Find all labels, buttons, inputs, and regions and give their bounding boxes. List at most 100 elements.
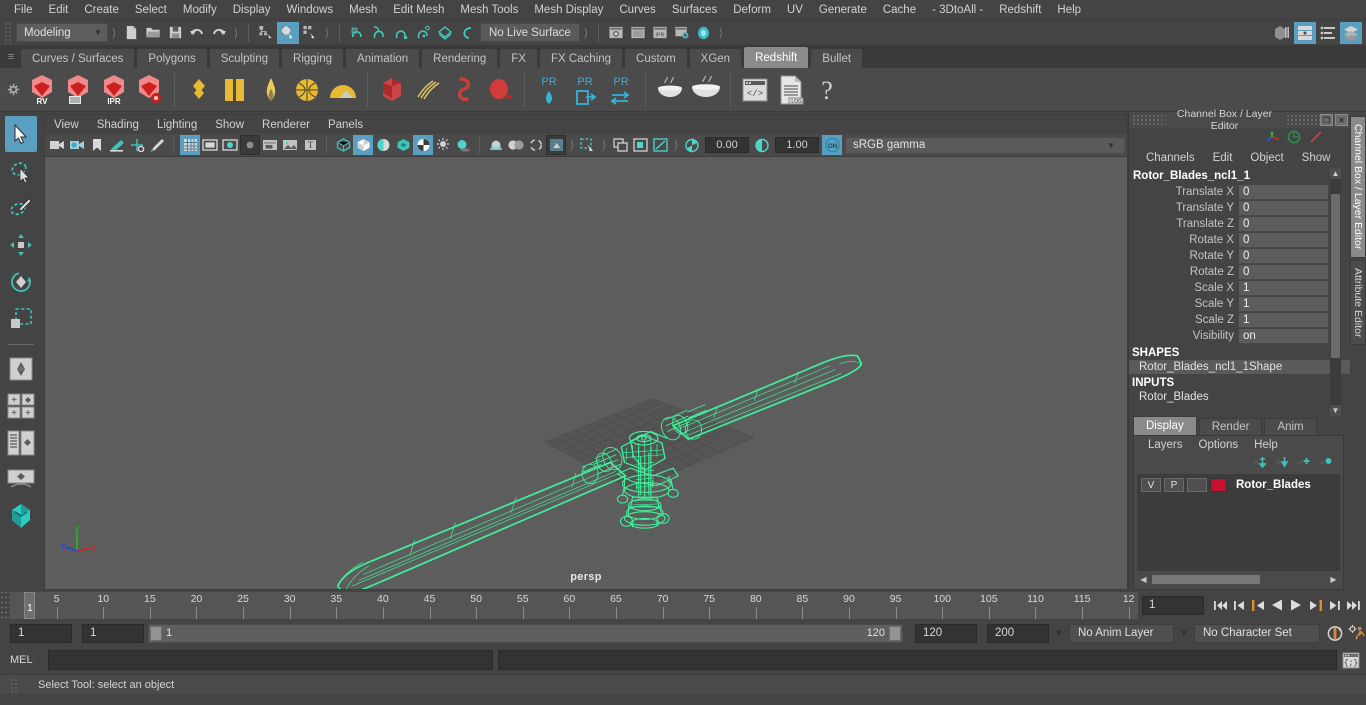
shelf-tab-redshift[interactable]: Redshift — [743, 46, 810, 68]
play-backwards-icon[interactable] — [1268, 595, 1286, 615]
panel-undock-icon[interactable]: ❐ — [1320, 114, 1333, 126]
channel-row[interactable]: Scale X 1 — [1129, 280, 1328, 296]
character-set-chevron-icon[interactable]: ▼ — [1174, 624, 1194, 643]
menu-mesh[interactable]: Mesh — [341, 2, 385, 18]
redshift-blob-icon[interactable] — [482, 70, 518, 110]
scroll-up-icon[interactable]: ▲ — [1330, 168, 1341, 179]
scroll-left-icon[interactable]: ◀ — [1137, 575, 1150, 584]
channel-value[interactable]: 0 — [1239, 248, 1328, 264]
menu-3dtoall[interactable]: - 3DtoAll - — [924, 2, 991, 18]
layer-color-swatch[interactable] — [1210, 478, 1227, 492]
make-live-icon[interactable] — [456, 22, 478, 44]
menu-create[interactable]: Create — [76, 2, 127, 18]
menu-display[interactable]: Display — [225, 2, 279, 18]
shelf-tab-xgen[interactable]: XGen — [688, 48, 743, 68]
rotate-tool[interactable] — [5, 264, 37, 300]
scale-manip-icon[interactable] — [1308, 130, 1324, 147]
side-tab-attribute-editor[interactable]: Attribute Editor — [1350, 259, 1366, 345]
menu-surfaces[interactable]: Surfaces — [664, 2, 725, 18]
menu-select[interactable]: Select — [127, 2, 175, 18]
menu-deform[interactable]: Deform — [725, 2, 779, 18]
select-object-icon[interactable] — [277, 21, 299, 44]
bookmark-icon[interactable] — [87, 135, 107, 155]
hypershade-icon[interactable] — [693, 22, 715, 44]
exposure-value[interactable]: 0.00 — [705, 137, 749, 153]
select-hierarchy-icon[interactable] — [255, 22, 277, 44]
range-end-field[interactable]: 120 — [915, 623, 977, 643]
range-left-handle[interactable] — [150, 625, 162, 641]
menu-modify[interactable]: Modify — [175, 2, 225, 18]
shelf-tab-fx[interactable]: FX — [499, 48, 538, 68]
channelbox-menu-edit[interactable]: Edit — [1204, 152, 1242, 164]
exposure-icon[interactable] — [682, 135, 702, 155]
viewport-menu-show[interactable]: Show — [206, 118, 253, 132]
shelf-tab-curves-surfaces[interactable]: Curves / Surfaces — [20, 48, 136, 68]
gamma-icon[interactable] — [752, 135, 772, 155]
redshift-render-view-icon[interactable]: RV — [24, 70, 60, 110]
menu-windows[interactable]: Windows — [278, 2, 341, 18]
grease-pencil-icon[interactable] — [147, 135, 167, 155]
channel-value[interactable]: 0 — [1239, 200, 1328, 216]
channel-row[interactable]: Scale Y 1 — [1129, 296, 1328, 312]
gamma-value[interactable]: 1.00 — [775, 137, 819, 153]
status-line-grip[interactable] — [4, 21, 12, 44]
move-layer-up-icon[interactable] — [1251, 456, 1267, 471]
shelf-tab-sculpting[interactable]: Sculpting — [208, 48, 281, 68]
channel-value[interactable]: on — [1239, 328, 1328, 344]
next-key-icon[interactable] — [1306, 595, 1324, 615]
show-hide-attribute-editor-icon[interactable] — [1294, 22, 1316, 44]
channel-value[interactable]: 0 — [1239, 264, 1328, 280]
anim-end-time-field[interactable]: 200 — [987, 623, 1049, 643]
menu-mesh-display[interactable]: Mesh Display — [526, 2, 611, 18]
redshift-pr-convert-icon[interactable]: PR — [603, 70, 639, 110]
redshift-proxy-icon[interactable] — [217, 70, 253, 110]
shelf-tab-custom[interactable]: Custom — [624, 48, 688, 68]
viewport-zoom-icon[interactable] — [650, 135, 670, 155]
redshift-help-icon[interactable]: ? — [809, 70, 845, 110]
viewport-menu-shading[interactable]: Shading — [88, 118, 148, 132]
resolution-gate-icon[interactable] — [220, 135, 240, 155]
channelbox-menu-show[interactable]: Show — [1293, 152, 1340, 164]
new-layer-from-selected-icon[interactable] — [1317, 456, 1333, 471]
shapes-item[interactable]: Rotor_Blades_ncl1_1Shape — [1129, 360, 1350, 374]
step-back-key-icon[interactable] — [1230, 595, 1248, 615]
new-scene-icon[interactable] — [120, 22, 142, 44]
menu-curves[interactable]: Curves — [611, 2, 663, 18]
layers-menu[interactable]: Layers — [1140, 439, 1191, 451]
redshift-log-icon[interactable]: .LOG — [773, 70, 809, 110]
channel-box-scrollbar[interactable]: ▲ ▼ — [1330, 168, 1341, 416]
channelbox-menu-channels[interactable]: Channels — [1137, 152, 1204, 164]
shaded-mode-icon[interactable] — [373, 135, 393, 155]
redshift-ipr-icon[interactable]: IPR — [96, 70, 132, 110]
channel-value[interactable]: 1 — [1239, 280, 1328, 296]
menu-mesh-tools[interactable]: Mesh Tools — [452, 2, 526, 18]
exposure-control-icon[interactable] — [260, 135, 280, 155]
rotate-manip-icon[interactable] — [1286, 130, 1302, 147]
range-right-handle[interactable] — [889, 625, 901, 641]
outliner-persp-layout-icon[interactable] — [5, 425, 37, 461]
shelf-options-gear-icon[interactable] — [2, 83, 24, 96]
last-tool-used[interactable] — [5, 351, 37, 387]
layer-playback-toggle[interactable]: P — [1164, 478, 1184, 492]
viewport-image-icon[interactable] — [280, 135, 300, 155]
menu-uv[interactable]: UV — [779, 2, 811, 18]
show-hide-channel-box-icon[interactable] — [1340, 22, 1362, 44]
redshift-light-dome-icon[interactable] — [253, 70, 289, 110]
scale-tool[interactable] — [5, 301, 37, 337]
redshift-sphere-light-icon[interactable] — [289, 70, 325, 110]
channel-row[interactable]: Visibility on — [1129, 328, 1328, 344]
shelf-tab-bullet[interactable]: Bullet — [810, 48, 864, 68]
current-time-cursor[interactable]: 1 — [24, 592, 35, 619]
layer-help-menu[interactable]: Help — [1246, 439, 1286, 451]
show-hide-tool-settings-icon[interactable] — [1317, 22, 1339, 44]
color-space-dropdown[interactable]: sRGB gamma ▼ — [845, 136, 1125, 154]
lasso-select-tool[interactable] — [5, 153, 37, 189]
camera-attributes-icon[interactable] — [67, 135, 87, 155]
inputs-item[interactable]: Rotor_Blades — [1129, 390, 1350, 404]
anim-layer-chevron-icon[interactable]: ▼ — [1049, 624, 1069, 643]
redo-icon[interactable] — [208, 22, 230, 44]
auto-keyframe-toggle-icon[interactable] — [1326, 623, 1344, 643]
snap-to-view-plane-icon[interactable] — [434, 22, 456, 44]
layer-name[interactable]: Rotor_Blades — [1236, 479, 1311, 491]
mel-command-input[interactable] — [48, 650, 493, 670]
